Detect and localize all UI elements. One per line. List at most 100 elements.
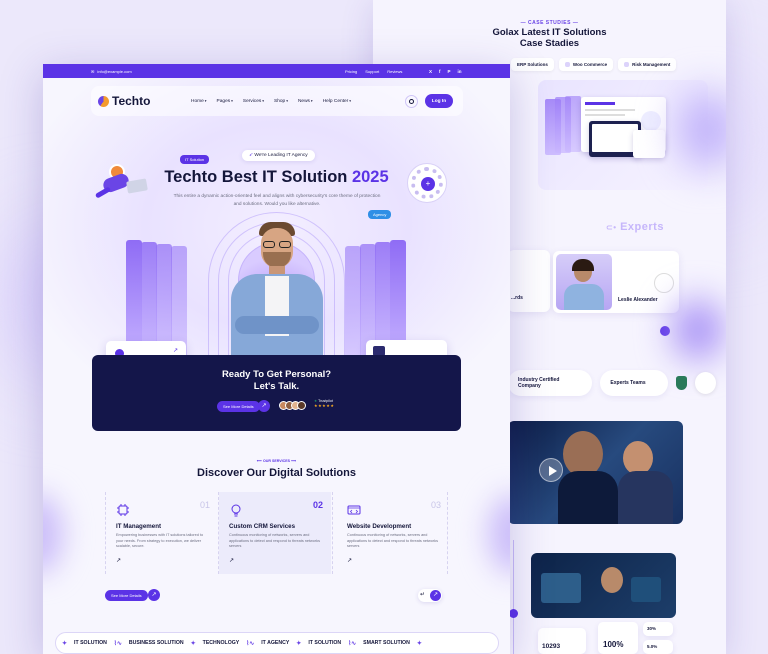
browser-code-icon <box>347 503 361 517</box>
stat-value: 30% <box>647 626 657 631</box>
topbar-link-support[interactable]: Support <box>365 69 379 74</box>
social-links: X f P in <box>429 69 462 74</box>
it-solution-badge: IT Solution <box>180 155 210 164</box>
marquee-item: BUSINESS SOLUTION <box>128 640 184 646</box>
expert-card-main[interactable]: Leslie Alexander <box>553 251 679 313</box>
facebook-icon[interactable]: f <box>439 69 441 74</box>
linkedin-icon[interactable]: in <box>458 69 462 74</box>
topbar-link-reviews[interactable]: Reviews <box>387 69 402 74</box>
expert-photo <box>556 254 612 310</box>
sparkle-icon: ✦ <box>62 640 68 647</box>
expert-logo-icon <box>654 273 674 293</box>
cta-trustpilot: ★ Trustpilot ★★★★★ <box>314 399 335 408</box>
wave-icon: ⌇∿ <box>246 640 255 647</box>
mail-icon: ✉ <box>91 68 95 74</box>
trust-row: Industry Certified Company Experts Teams <box>508 368 717 398</box>
timeline-dot <box>509 609 518 618</box>
search-button[interactable] <box>405 94 418 108</box>
arrow-up-right-icon[interactable]: ↗ <box>148 589 160 601</box>
bg-blob <box>488 494 510 574</box>
service-card-it-management[interactable]: 01 IT Management Empowering businesses w… <box>106 492 218 574</box>
divider <box>332 492 333 574</box>
services-pager: ↵ ↗ <box>418 589 442 602</box>
megaphone-icon <box>695 372 717 394</box>
tab-erp[interactable]: ERP Solutions <box>511 58 554 71</box>
marquee-item: IT AGENCY <box>261 640 290 646</box>
cta-title: Ready To Get Personal? Let's Talk. <box>221 369 332 392</box>
video-thumbnail[interactable] <box>508 421 683 524</box>
login-button[interactable]: Log In <box>425 94 453 108</box>
menu-pages[interactable]: Pages <box>217 99 233 104</box>
tab-woo[interactable]: Woo Commerce <box>558 58 614 71</box>
main-page-preview: ✉ info@example.com Pricing Support Review… <box>43 64 510 654</box>
case-studies-title: Golax Latest IT Solutions Case Stadies <box>492 27 607 49</box>
arrow-icon: ↗ <box>172 348 178 354</box>
case-studies-eyebrow: — CASE STUDIES — <box>520 20 579 26</box>
pinterest-icon[interactable]: P <box>448 69 451 74</box>
stat-card: 10293 <box>538 628 586 654</box>
sparkle-icon: ✦ <box>190 640 196 647</box>
menu-shop[interactable]: Shop <box>274 99 288 104</box>
trust-experts: Experts Teams <box>600 370 668 396</box>
tab-risk[interactable]: Risk Management <box>618 58 677 71</box>
topbar-links: Pricing Support Reviews <box>345 69 402 74</box>
service-card-crm[interactable]: 02 Custom CRM Services Continuous monito… <box>219 492 331 574</box>
cta-avatars <box>279 401 306 410</box>
topbar-link-pricing[interactable]: Pricing <box>345 69 357 74</box>
main-menu: Home Pages Services Shop News Help Cente… <box>191 99 351 104</box>
arrow-up-right-icon[interactable]: ↗ <box>229 557 234 564</box>
bg-blob <box>43 494 63 574</box>
prev-arrow-icon[interactable]: ↵ <box>420 591 425 598</box>
plus-icon: + <box>421 177 435 191</box>
avatar <box>297 401 306 410</box>
next-arrow-icon[interactable]: ↗ <box>430 590 441 601</box>
services-more-button[interactable]: See More Details <box>105 590 148 601</box>
service-desc: Continuous monitoring of networks, serve… <box>347 533 438 548</box>
menu-home[interactable]: Home <box>191 99 207 104</box>
arrow-up-right-icon[interactable]: ↗ <box>347 557 352 564</box>
play-icon[interactable] <box>539 458 563 482</box>
navbar: Techto Home Pages Services Shop News Hel… <box>91 86 463 116</box>
menu-services[interactable]: Services <box>243 99 264 104</box>
trust-certified: Industry Certified Company <box>508 370 593 396</box>
service-number: 03 <box>430 500 441 510</box>
menu-help-center[interactable]: Help Center <box>323 99 351 104</box>
cta-details-button[interactable]: See More Details <box>217 401 260 412</box>
tablet-mockup <box>633 130 665 158</box>
stat-value: 10293 <box>542 643 561 650</box>
stat-card: 30% <box>643 622 673 636</box>
rotating-badge[interactable]: + <box>407 163 447 203</box>
service-card-web-dev[interactable]: 03 Website Development Continuous monito… <box>337 492 449 574</box>
menu-news[interactable]: News <box>298 99 313 104</box>
stat-card: 5.0% <box>643 640 673 654</box>
service-title: Custom CRM Services <box>229 523 296 530</box>
service-title: IT Management <box>116 523 162 530</box>
divider <box>447 492 448 574</box>
arrow-up-right-icon[interactable]: ↗ <box>258 400 270 412</box>
expert-name: ...rds <box>511 295 523 301</box>
arrow-up-right-icon[interactable]: ↗ <box>116 557 121 564</box>
expert-pager[interactable] <box>660 326 670 336</box>
stat-card: 100% <box>598 622 638 654</box>
stat-value: 100% <box>603 640 624 649</box>
expert-card-left[interactable]: ...rds <box>508 250 550 312</box>
team-photo <box>531 553 676 618</box>
marquee-item: IT SOLUTION <box>308 640 342 646</box>
wave-icon: ⌇∿ <box>113 640 122 647</box>
timeline-line <box>513 540 514 654</box>
topbar-email[interactable]: ✉ info@example.com <box>91 69 132 74</box>
top-bar: ✉ info@example.com Pricing Support Review… <box>43 64 510 78</box>
bulb-icon <box>229 503 243 517</box>
hero-person-photo <box>225 222 329 356</box>
logo[interactable]: Techto <box>98 94 150 108</box>
agency-pill: ➶ We're Leading IT Agency <box>242 150 315 161</box>
marquee-item: SMART SOLUTION <box>363 640 410 646</box>
x-icon[interactable]: X <box>429 69 432 74</box>
service-number: 01 <box>199 500 210 510</box>
bg-blob <box>673 300 723 360</box>
marquee-item: IT SOLUTION <box>74 640 107 646</box>
shield-icon <box>675 376 688 390</box>
keyword-marquee: ✦ IT SOLUTION ⌇∿ BUSINESS SOLUTION ✦ TEC… <box>55 632 499 654</box>
cta-banner: Ready To Get Personal? Let's Talk. See Mo… <box>92 355 461 431</box>
case-studies-tabs: ERP Solutions Woo Commerce Risk Manageme… <box>511 58 677 71</box>
